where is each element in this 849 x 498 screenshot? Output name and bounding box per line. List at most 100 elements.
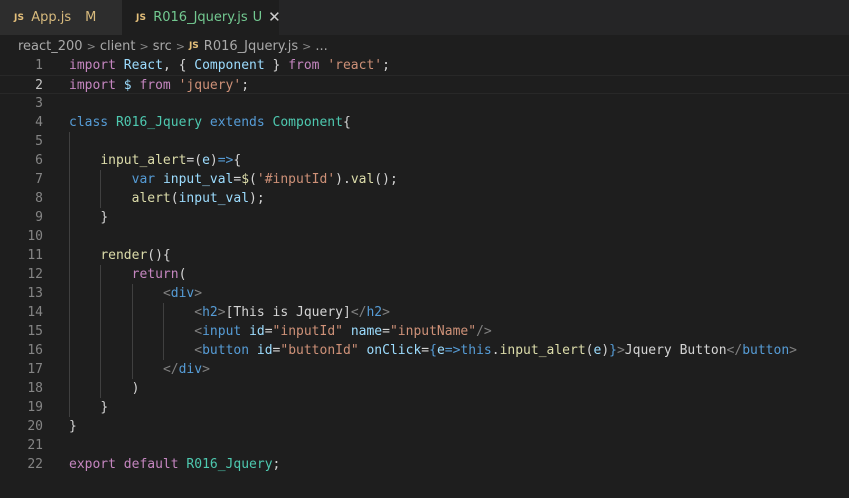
- code-token: '#inputId': [256, 172, 336, 187]
- breadcrumb-item-src[interactable]: src: [153, 39, 172, 54]
- code-token: Component: [272, 115, 343, 130]
- code-token: ): [209, 153, 218, 168]
- code-editor[interactable]: 1 import React, { Component } from 'react…: [0, 56, 849, 498]
- code-token: e: [202, 153, 210, 168]
- code-token: Jquery Button: [624, 343, 727, 358]
- line-number: 10: [27, 229, 43, 244]
- line-number: 2: [35, 78, 43, 93]
- code-text: render(){: [100, 246, 170, 265]
- breadcrumb-item-client[interactable]: client: [100, 39, 136, 54]
- code-line[interactable]: 22 export default R016_Jquery;: [0, 455, 849, 474]
- indent-guide: [69, 398, 70, 417]
- code-line[interactable]: 19}: [0, 398, 849, 417]
- code-token: <: [194, 343, 203, 358]
- code-token: ;: [241, 78, 250, 93]
- code-token: R016_Jquery: [186, 457, 273, 472]
- code-token: 'jquery': [178, 78, 242, 93]
- code-token: (: [249, 172, 257, 187]
- code-text: <input id="inputId" name="inputName"/>: [194, 322, 491, 341]
- code-line[interactable]: 3: [0, 94, 849, 113]
- code-token: (: [170, 191, 179, 206]
- code-token: "inputName": [389, 324, 477, 339]
- code-token: }: [100, 210, 109, 225]
- indent-guide: [100, 284, 102, 303]
- code-line[interactable]: 2 import $ from 'jquery';: [0, 75, 849, 94]
- code-token: >: [382, 305, 390, 320]
- indent-guide: [69, 132, 70, 151]
- code-token: return: [131, 267, 179, 282]
- code-line[interactable]: 7 var input_val=$('#inputId').val();: [0, 170, 849, 189]
- code-line[interactable]: 16 <button id="buttonId" onClick={e=>this…: [0, 341, 849, 360]
- tab-r016-jquery-js[interactable]: JS R016_Jquery.js U ✕: [122, 0, 281, 35]
- tab-label: R016_Jquery.js: [153, 10, 248, 25]
- indent-guide: [69, 379, 70, 398]
- code-line[interactable]: 10: [0, 227, 849, 246]
- code-line[interactable]: 8 alert(input_val);: [0, 189, 849, 208]
- indent-guide: [100, 379, 102, 398]
- tab-app-js[interactable]: JS App.js M: [0, 0, 122, 35]
- indent-guide: [131, 360, 133, 379]
- code-line[interactable]: 13 <div>: [0, 284, 849, 303]
- code-token: alert: [131, 191, 171, 206]
- code-token: 'react': [327, 58, 383, 73]
- code-token: (){: [147, 248, 171, 263]
- code-line[interactable]: 5: [0, 132, 849, 151]
- code-token: id: [249, 324, 265, 339]
- code-line[interactable]: 1 import React, { Component } from 'react…: [0, 56, 849, 75]
- javascript-file-icon: JS: [14, 12, 25, 23]
- code-line[interactable]: 18): [0, 379, 849, 398]
- code-line[interactable]: 11 render(){: [0, 246, 849, 265]
- code-line[interactable]: 12 return(: [0, 265, 849, 284]
- code-token: {: [233, 153, 242, 168]
- code-line[interactable]: 6 input_alert=(e)=>{: [0, 151, 849, 170]
- code-line[interactable]: 17 </div>: [0, 360, 849, 379]
- code-token: import: [69, 58, 116, 73]
- line-number: 19: [27, 400, 43, 415]
- code-text: export default R016_Jquery;: [69, 455, 280, 474]
- code-line[interactable]: 4 class R016_Jquery extends Component{: [0, 113, 849, 132]
- code-token: </: [162, 362, 179, 377]
- line-number: 12: [27, 267, 43, 282]
- code-token: ): [131, 381, 140, 396]
- breadcrumb-item-file[interactable]: R016_Jquery.js: [204, 39, 298, 54]
- code-token: >: [789, 343, 797, 358]
- breadcrumb-item-more[interactable]: ...: [315, 39, 327, 54]
- line-number: 20: [27, 419, 43, 434]
- breadcrumb: react_200 > client > src > JS R016_Jquer…: [0, 35, 849, 57]
- code-text: ): [132, 379, 140, 398]
- close-icon[interactable]: ✕: [268, 10, 281, 25]
- tab-label: App.js: [31, 10, 72, 25]
- line-number: 7: [35, 172, 43, 187]
- code-token: e: [436, 343, 445, 358]
- code-text: alert(input_val);: [132, 189, 265, 208]
- code-token: $: [241, 172, 250, 187]
- indent-guide: [100, 303, 102, 322]
- code-line[interactable]: 21: [0, 436, 849, 455]
- code-token: export: [69, 457, 116, 472]
- code-token: div: [178, 362, 203, 377]
- code-line[interactable]: 20}: [0, 417, 849, 436]
- code-token: from: [139, 78, 171, 93]
- indent-guide: [162, 341, 164, 360]
- editor-tab-bar: JS App.js M JS R016_Jquery.js U ✕: [0, 0, 849, 35]
- code-token: >: [202, 362, 210, 377]
- code-token: >: [194, 286, 203, 301]
- code-token: <: [162, 286, 171, 301]
- code-token: </: [726, 343, 743, 358]
- code-token: />: [476, 324, 492, 339]
- code-text: class R016_Jquery extends Component{: [69, 113, 351, 132]
- code-line[interactable]: 15 <input id="inputId" name="inputName"/>: [0, 322, 849, 341]
- chevron-right-icon: >: [86, 39, 96, 53]
- code-line[interactable]: 14 <h2>[This is Jquery]</h2>: [0, 303, 849, 322]
- breadcrumb-item-react-200[interactable]: react_200: [18, 39, 83, 54]
- chevron-right-icon: >: [302, 39, 312, 53]
- indent-guide: [69, 284, 70, 303]
- code-line[interactable]: 9}: [0, 208, 849, 227]
- line-number: 21: [27, 438, 43, 453]
- code-token: ): [601, 343, 610, 358]
